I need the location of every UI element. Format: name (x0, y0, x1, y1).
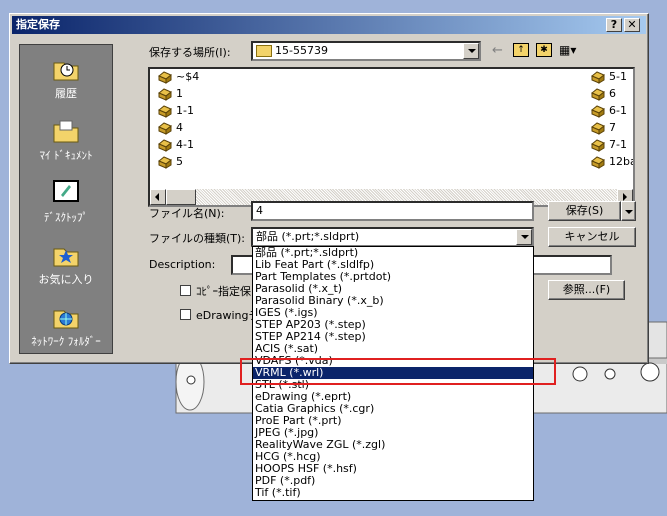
view-menu-icon[interactable]: ▦▾ (559, 43, 581, 57)
save-options-arrow[interactable] (621, 201, 636, 221)
browse-button[interactable]: 参照...(F) (548, 280, 625, 300)
edrawing-checkbox[interactable] (180, 309, 191, 320)
file-item-label: 12ba (609, 155, 635, 168)
location-dropdown-arrow[interactable] (463, 43, 479, 59)
file-item[interactable]: 1-1 (158, 103, 194, 119)
copy-save-checkbox[interactable] (180, 285, 191, 296)
file-item-label: 5-1 (609, 70, 627, 83)
part-file-icon (158, 139, 172, 152)
highlight-annotation-box (240, 358, 556, 385)
place-network-folder-label: ﾈｯﾄﾜｰｸ ﾌｫﾙﾀﾞｰ (31, 335, 101, 348)
place-desktop-label: ﾃﾞｽｸﾄｯﾌﾟ (44, 211, 88, 224)
part-file-icon (591, 105, 605, 118)
part-file-icon (158, 71, 172, 84)
file-item[interactable]: 5-1 (591, 69, 627, 85)
filetype-dropdown-arrow[interactable] (516, 229, 532, 245)
location-label: 保存する場所(I): (149, 46, 231, 59)
place-favorites[interactable]: お気に入り (20, 237, 112, 297)
part-file-icon (591, 156, 605, 169)
part-file-icon (591, 122, 605, 135)
favorites-icon (51, 239, 81, 269)
file-item-label: 4-1 (176, 138, 194, 151)
close-button[interactable]: ✕ (624, 18, 640, 32)
desktop-icon (51, 177, 81, 207)
filetype-value: 部品 (*.prt;*.sldprt) (256, 230, 360, 243)
network-folder-icon (51, 301, 81, 331)
up-folder-icon[interactable]: ↑ (513, 43, 529, 57)
file-item-label: 7-1 (609, 138, 627, 151)
file-item[interactable]: 4 (158, 120, 183, 136)
place-network-folder[interactable]: ﾈｯﾄﾜｰｸ ﾌｫﾙﾀﾞｰ (20, 299, 112, 359)
place-favorites-label: お気に入り (38, 273, 94, 286)
file-item[interactable]: ~$4 (158, 69, 199, 85)
part-file-icon (158, 156, 172, 169)
my-documents-icon (51, 115, 81, 145)
save-button[interactable]: 保存(S) (548, 201, 621, 221)
location-value: 15-55739 (275, 44, 328, 57)
file-item-label: 4 (176, 121, 183, 134)
file-item[interactable]: 5 (158, 154, 183, 170)
copy-save-label: ｺﾋﾟｰ指定保 (196, 285, 251, 298)
place-history-label: 履歴 (55, 87, 77, 100)
part-file-icon (158, 122, 172, 135)
dialog-title: 指定保存 (16, 18, 60, 31)
file-item-label: 5 (176, 155, 183, 168)
file-item-label: 6-1 (609, 104, 627, 117)
folder-icon (256, 45, 272, 57)
location-combo[interactable]: 15-55739 (251, 41, 481, 61)
history-icon (51, 53, 81, 83)
filename-input[interactable]: 4 (251, 201, 534, 221)
file-item-label: 6 (609, 87, 616, 100)
back-icon[interactable]: ← (492, 44, 508, 58)
places-bar: 履歴 ﾏｲ ﾄﾞｷｭﾒﾝﾄ ﾃﾞｽｸﾄｯﾌﾟ お気に入り ﾈｯﾄﾜｰｸ ﾌｫﾙﾀ… (19, 44, 113, 354)
filetype-option[interactable]: Tif (*.tif) (253, 487, 533, 499)
filename-label: ファイル名(N): (149, 207, 225, 220)
file-item-label: 1 (176, 87, 183, 100)
description-label: Description: (149, 258, 216, 271)
file-item[interactable]: 12ba (591, 154, 635, 170)
place-history[interactable]: 履歴 (20, 51, 112, 111)
part-file-icon (158, 105, 172, 118)
file-item[interactable]: 4-1 (158, 137, 194, 153)
file-item[interactable]: 7-1 (591, 137, 627, 153)
file-item-label: ~$4 (176, 70, 200, 83)
scroll-left-button[interactable] (150, 189, 166, 205)
place-desktop[interactable]: ﾃﾞｽｸﾄｯﾌﾟ (20, 175, 112, 235)
part-file-icon (158, 88, 172, 101)
file-list[interactable]: ~$4 1 1-1 4 4-1 5 5-1 6 6-1 7 7-1 12ba (148, 67, 635, 207)
filetype-label: ファイルの種類(T): (149, 232, 246, 245)
dialog-titlebar[interactable]: 指定保存 ? ✕ (12, 16, 646, 34)
help-button[interactable]: ? (606, 18, 622, 32)
file-item[interactable]: 7 (591, 120, 616, 136)
part-file-icon (591, 139, 605, 152)
file-item[interactable]: 6-1 (591, 103, 627, 119)
part-file-icon (591, 71, 605, 84)
place-my-documents[interactable]: ﾏｲ ﾄﾞｷｭﾒﾝﾄ (20, 113, 112, 173)
part-file-icon (591, 88, 605, 101)
new-folder-icon[interactable]: ✱ (536, 43, 552, 57)
file-item-label: 1-1 (176, 104, 194, 117)
edrawing-label: eDrawingデ (196, 309, 260, 322)
file-item[interactable]: 6 (591, 86, 616, 102)
file-item-label: 7 (609, 121, 616, 134)
cancel-button[interactable]: キャンセル (548, 227, 636, 247)
file-item[interactable]: 1 (158, 86, 183, 102)
scroll-thumb[interactable] (166, 189, 196, 205)
place-my-documents-label: ﾏｲ ﾄﾞｷｭﾒﾝﾄ (39, 149, 93, 162)
filetype-combo[interactable]: 部品 (*.prt;*.sldprt) (251, 227, 534, 247)
